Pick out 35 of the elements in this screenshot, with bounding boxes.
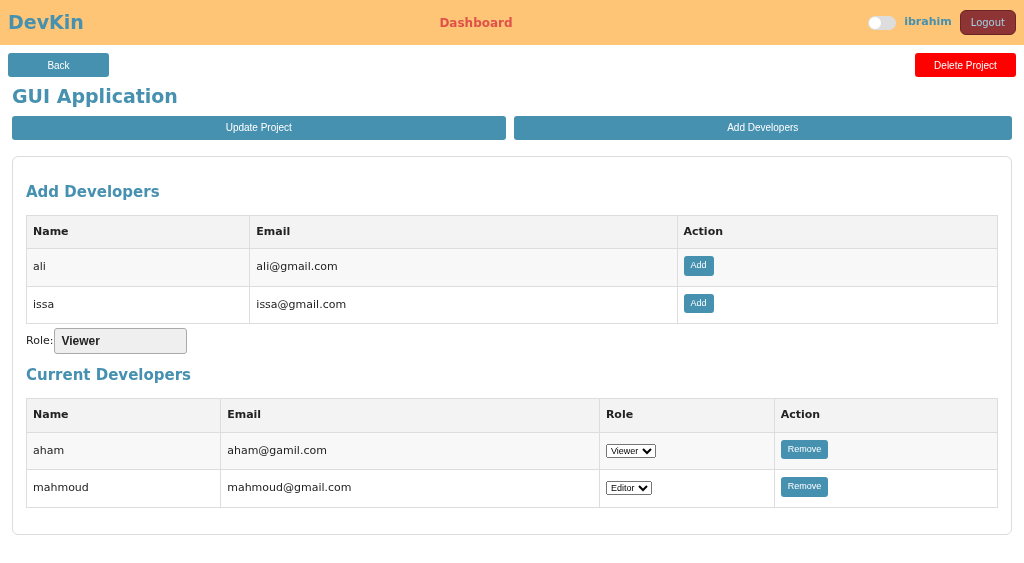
column-header: Email	[249, 215, 678, 249]
table-cell: ali@gmail.com	[249, 248, 678, 287]
delete-button[interactable]: Delete Project	[915, 53, 1016, 77]
column-header: Email	[220, 398, 600, 433]
page-title: Dashboard	[439, 14, 513, 32]
remove-button[interactable]: Remove	[780, 439, 829, 460]
role-label: Role:	[26, 333, 54, 350]
role-select[interactable]: Editor	[605, 481, 652, 496]
column-header: Name	[26, 215, 250, 249]
table-cell: mahmoud@gmail.com	[220, 469, 600, 508]
username: ibrahim	[904, 14, 952, 31]
theme-toggle[interactable]	[868, 15, 897, 30]
action-button[interactable]: Add Developers	[513, 115, 1012, 140]
column-header: Action	[677, 215, 998, 249]
table-cell: aham@gamil.com	[220, 432, 600, 470]
column-header: Action	[774, 398, 998, 433]
role-field[interactable]: Viewer	[54, 328, 188, 355]
action-button[interactable]: Update Project	[12, 115, 506, 140]
role-select[interactable]: Viewer	[605, 443, 656, 458]
table-cell: ali	[26, 248, 250, 287]
column-header: Role	[599, 398, 775, 433]
section-title: Current Developers	[26, 366, 192, 385]
logout-button[interactable]: Logout	[959, 10, 1016, 35]
add-button[interactable]: Add	[683, 293, 714, 314]
table-cell: mahmoud	[26, 469, 221, 508]
table-cell: aham	[26, 432, 221, 470]
table-cell: issa@gmail.com	[249, 286, 678, 324]
add-button[interactable]: Add	[683, 256, 714, 276]
app-logo[interactable]: DevKin	[8, 8, 84, 37]
section-title: Add Developers	[26, 182, 161, 201]
project-title: GUI Application	[12, 85, 179, 108]
table-cell: issa	[26, 286, 250, 324]
back-button[interactable]: Back	[8, 53, 109, 77]
column-header: Name	[26, 398, 221, 433]
remove-button[interactable]: Remove	[780, 477, 829, 497]
